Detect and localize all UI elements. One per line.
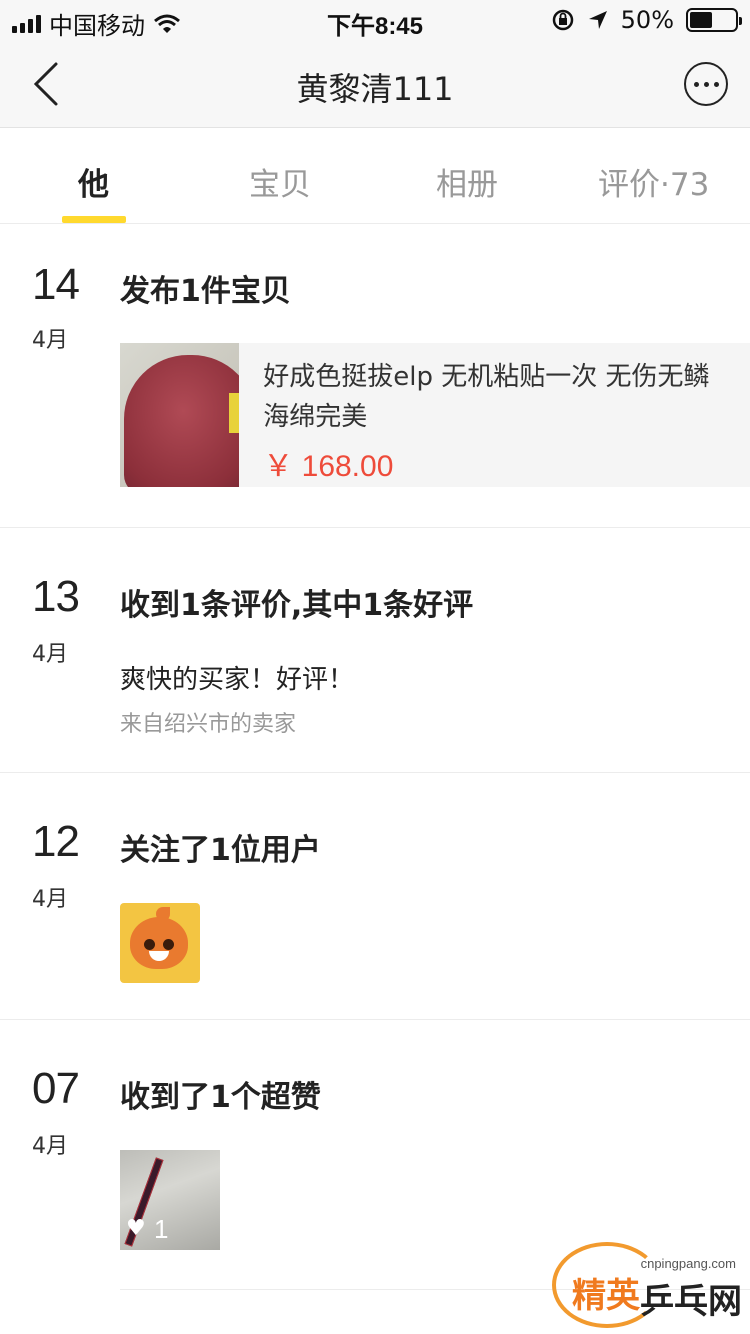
entry-headline: 发布1件宝贝	[120, 274, 291, 309]
entry-headline: 关注了1位用户	[120, 833, 321, 868]
tab-bar: 他 宝贝 相册 评价·73	[0, 129, 750, 224]
entry-month: 4月	[32, 1134, 68, 1159]
item-title: 好成色挺拔elp 无机粘贴一次 无伤无鳞 海绵完美	[263, 362, 710, 432]
item-thumbnail	[120, 343, 240, 487]
like-count: 1	[154, 1214, 169, 1244]
tab-items[interactable]: 宝贝	[249, 159, 311, 204]
battery-percent: 50%	[620, 6, 674, 34]
tab-him[interactable]: 他	[78, 159, 109, 204]
feed-entry-published: 14 4月 发布1件宝贝 好成色挺拔elp 无机粘贴一次 无伤无鳞 海绵完美 ￥…	[0, 224, 750, 528]
review-source: 来自绍兴市的卖家	[120, 712, 297, 737]
status-bar: 中国移动 下午8:45 50%	[0, 0, 750, 40]
watermark-logo: cnpingpang.com 精英 乒乓网	[552, 1232, 742, 1330]
rotation-lock-icon	[552, 9, 573, 31]
nav-bar: 黄黎清111	[0, 40, 750, 128]
battery-fill	[690, 12, 712, 28]
entry-month: 4月	[32, 328, 68, 353]
tab-album[interactable]: 相册	[436, 159, 498, 204]
item-info: 好成色挺拔elp 无机粘贴一次 无伤无鳞 海绵完美 ￥ 168.00	[239, 343, 750, 487]
entry-headline: 收到了1个超赞	[120, 1080, 321, 1115]
entry-day: 13	[32, 572, 80, 621]
entry-day: 14	[32, 260, 80, 309]
watermark-brand-left: 精英	[572, 1276, 640, 1316]
review-text: 爽快的买家！好评！	[120, 665, 355, 695]
entry-month: 4月	[32, 642, 68, 667]
tab-indicator	[62, 216, 126, 223]
battery-icon	[686, 8, 742, 32]
liked-photo[interactable]: ♥ 1	[120, 1150, 220, 1250]
item-price: ￥ 168.00	[263, 450, 394, 483]
entry-headline: 收到1条评价,其中1条好评	[120, 588, 474, 623]
watermark-url: cnpingpang.com	[640, 1256, 736, 1271]
followed-user-avatar[interactable]	[120, 903, 200, 983]
feed-entry-review: 13 4月 收到1条评价,其中1条好评 爽快的买家！好评！ 来自绍兴市的卖家	[0, 528, 750, 773]
more-dots-icon	[693, 81, 699, 87]
heart-icon: ♥	[126, 1216, 146, 1241]
entry-month: 4月	[32, 887, 68, 912]
tab-reviews[interactable]: 评价·73	[598, 159, 709, 204]
status-right: 50%	[551, 6, 742, 34]
more-button[interactable]	[684, 62, 728, 106]
page-title: 黄黎清111	[296, 70, 454, 108]
entry-day: 12	[32, 817, 80, 866]
feed-entry-follow: 12 4月 关注了1位用户	[0, 773, 750, 1020]
item-card[interactable]: 好成色挺拔elp 无机粘贴一次 无伤无鳞 海绵完美 ￥ 168.00	[120, 343, 750, 487]
watermark-brand-right: 乒乓网	[640, 1282, 742, 1322]
entry-day: 07	[32, 1064, 80, 1113]
location-arrow-icon	[588, 11, 607, 29]
